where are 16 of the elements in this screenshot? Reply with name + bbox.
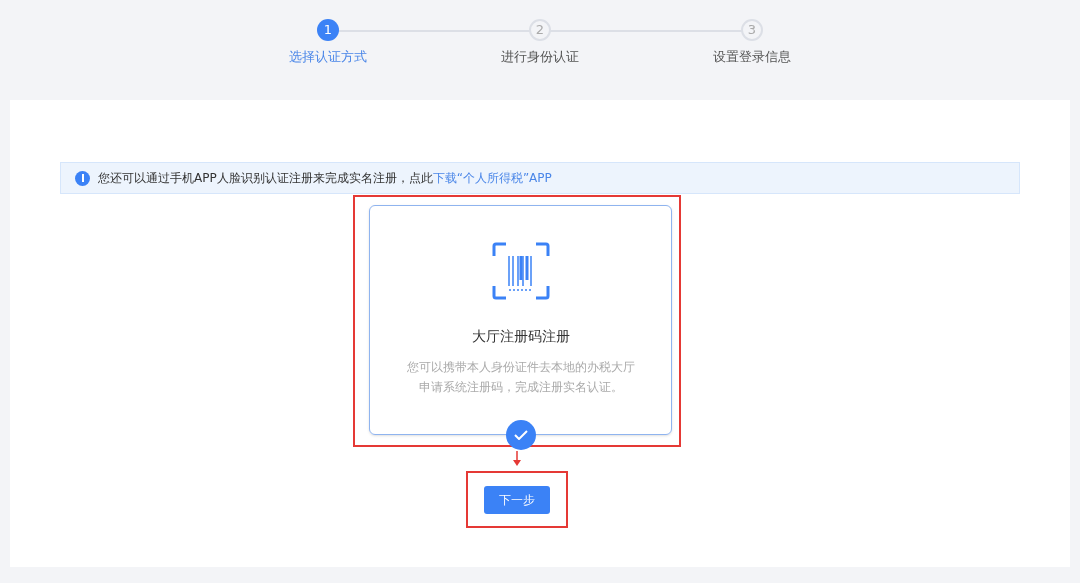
step-label: 设置登录信息 — [713, 48, 791, 66]
download-link[interactable]: 下载“个人所得税”APP — [432, 171, 552, 185]
step-number: 1 — [317, 19, 339, 41]
barcode-icon — [491, 242, 550, 300]
down-arrow-icon — [513, 451, 521, 467]
step-label: 选择认证方式 — [289, 48, 367, 66]
option-card[interactable]: 大厅注册码注册 您可以携带本人身份证件去本地的办税大厅申请系统注册码，完成注册实名认证。 — [369, 205, 672, 435]
step-number: 2 — [529, 19, 551, 41]
step-label: 进行身份认证 — [501, 48, 579, 66]
info-icon — [75, 170, 90, 186]
notice-text: 您还可以通过手机APP人脸识别认证注册来完成实名注册，点此下载“个人所得税”APP — [98, 170, 552, 187]
check-icon — [505, 420, 536, 450]
step-number: 3 — [741, 19, 763, 41]
option-title: 大厅注册码注册 — [471, 327, 570, 346]
option-description: 您可以携带本人身份证件去本地的办税大厅申请系统注册码，完成注册实名认证。 — [405, 359, 636, 396]
next-button[interactable]: 下一步 — [484, 485, 550, 514]
